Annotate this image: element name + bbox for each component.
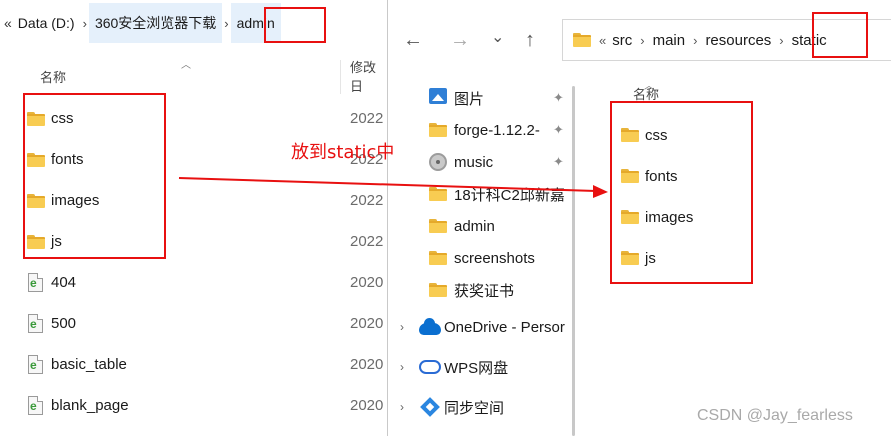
nav-item-admin[interactable]: admin	[388, 210, 578, 242]
folder-icon	[573, 33, 591, 47]
file-row-404[interactable]: e 404 2020	[0, 262, 388, 303]
onedrive-icon	[419, 318, 441, 335]
nav-item-label: 获奖证书	[454, 282, 515, 300]
nav-item-label: 图片	[454, 90, 485, 108]
breadcrumb-overflow-icon[interactable]: «	[0, 15, 12, 31]
file-date: 2022	[350, 192, 384, 209]
pin-icon[interactable]: ✦	[553, 122, 564, 138]
wps-cloud-icon	[419, 360, 441, 374]
nav-item-onedrive[interactable]: › OneDrive - Persor	[388, 311, 578, 343]
expand-chevron-icon[interactable]: ›	[400, 400, 404, 414]
nav-item-sync[interactable]: › 同步空间	[388, 391, 578, 423]
file-date: 2022	[350, 110, 384, 127]
nav-item-forge[interactable]: forge-1.12.2- ✦	[388, 114, 578, 146]
file-name: 404	[51, 274, 77, 291]
breadcrumb-drive[interactable]: Data (D:)	[12, 3, 81, 43]
nav-item-label: admin	[454, 217, 495, 235]
nav-item-pictures[interactable]: 图片 ✦	[388, 82, 578, 114]
nav-item-label: screenshots	[454, 249, 535, 267]
folder-icon	[429, 283, 447, 297]
html-file-icon: e	[28, 396, 43, 415]
watermark-text: CSDN @Jay_fearless	[697, 407, 853, 424]
folder-icon	[429, 123, 447, 137]
html-file-icon: e	[28, 314, 43, 333]
highlight-box-right-folders	[610, 101, 753, 284]
up-arrow-icon[interactable]: ↑	[525, 28, 535, 52]
left-breadcrumb-bar: « Data (D:) › 360安全浏览器下载 › admin	[0, 2, 388, 44]
folder-icon	[429, 219, 447, 233]
sync-space-icon	[420, 397, 440, 417]
folder-icon	[429, 187, 447, 201]
file-name: 500	[51, 315, 77, 332]
address-separator-icon[interactable]: ›	[638, 33, 646, 48]
forward-arrow-icon[interactable]: →	[450, 28, 470, 52]
address-separator-icon[interactable]: ›	[777, 33, 785, 48]
file-row-blank-page[interactable]: e blank_page 2020	[0, 385, 388, 426]
nav-item-label: forge-1.12.2-	[454, 121, 540, 139]
sort-ascending-icon: ︿	[181, 60, 191, 71]
history-dropdown-icon[interactable]: ⌄	[491, 26, 504, 50]
pictures-icon	[429, 88, 447, 104]
highlight-box-static	[812, 12, 868, 58]
nav-item-label: music	[454, 153, 494, 171]
back-arrow-icon[interactable]: ←	[403, 28, 423, 52]
breadcrumb-downloads[interactable]: 360安全浏览器下载	[88, 3, 223, 43]
nav-item-music[interactable]: music ✦	[388, 146, 578, 178]
nav-item-label: 同步空间	[444, 399, 505, 417]
file-name: blank_page	[51, 397, 129, 414]
column-header-name[interactable]: 名称	[40, 58, 66, 94]
pin-icon[interactable]: ✦	[553, 154, 564, 170]
highlight-box-left-folders	[23, 93, 166, 259]
nav-item-certificates[interactable]: 获奖证书	[388, 274, 578, 306]
column-header-modified[interactable]: 修改日	[350, 58, 388, 94]
column-divider[interactable]	[340, 60, 341, 94]
annotation-label: 放到static中	[291, 142, 395, 163]
right-explorer-window: ← → ⌄ ↑ « src › main › resources › stati…	[387, 0, 891, 436]
music-icon	[429, 153, 447, 171]
address-part-main[interactable]: main	[647, 32, 692, 49]
address-overflow-icon[interactable]: «	[597, 33, 606, 48]
address-part-src[interactable]: src	[606, 32, 638, 49]
breadcrumb-separator-icon[interactable]: ›	[222, 16, 230, 31]
file-date: 2020	[350, 315, 384, 332]
file-row-500[interactable]: e 500 2020	[0, 303, 388, 344]
navigation-pane: 图片 ✦ forge-1.12.2- ✦ music ✦ 18计科C2邱新嘉 a…	[388, 82, 578, 436]
left-explorer-window: « Data (D:) › 360安全浏览器下载 › admin ︿ 名称 修改…	[0, 0, 388, 436]
nav-item-class-folder[interactable]: 18计科C2邱新嘉	[388, 178, 578, 210]
file-row-basic-table[interactable]: e basic_table 2020	[0, 344, 388, 385]
file-date: 2020	[350, 274, 384, 291]
file-date: 2020	[350, 356, 384, 373]
expand-chevron-icon[interactable]: ›	[400, 360, 404, 374]
nav-item-wps[interactable]: › WPS网盘	[388, 351, 578, 383]
file-name: basic_table	[51, 356, 127, 373]
address-part-resources[interactable]: resources	[699, 32, 777, 49]
folder-icon	[429, 251, 447, 265]
html-file-icon: e	[28, 355, 43, 374]
nav-item-label: WPS网盘	[444, 359, 509, 377]
pin-icon[interactable]: ✦	[553, 90, 564, 106]
nav-item-screenshots[interactable]: screenshots	[388, 242, 578, 274]
highlight-box-admin	[264, 7, 326, 43]
file-date: 2020	[350, 397, 384, 414]
file-date: 2022	[350, 233, 384, 250]
nav-item-label: OneDrive - Persor	[444, 318, 565, 336]
html-file-icon: e	[28, 273, 43, 292]
expand-chevron-icon[interactable]: ›	[400, 320, 404, 334]
nav-item-label: 18计科C2邱新嘉	[454, 186, 564, 204]
breadcrumb-separator-icon[interactable]: ›	[81, 16, 89, 31]
address-separator-icon[interactable]: ›	[691, 33, 699, 48]
nav-pane-scrollbar[interactable]	[572, 86, 575, 436]
